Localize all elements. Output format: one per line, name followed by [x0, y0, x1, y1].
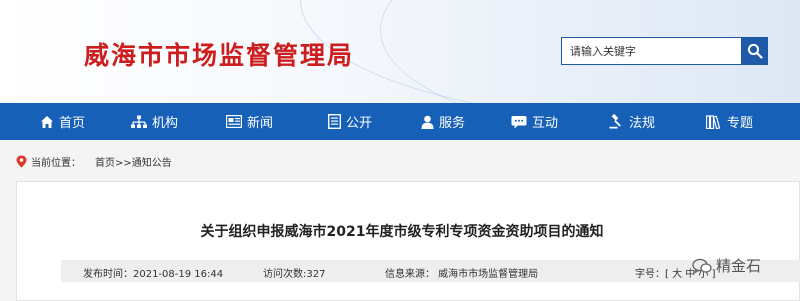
publish-time: 发布时间：2021-08-19 16:44	[83, 269, 224, 280]
nav-item-home[interactable]: 首页	[40, 103, 85, 140]
nav-item-interact[interactable]: 互动	[511, 103, 558, 140]
info-source: 信息来源： 威海市市场监督管理局	[385, 269, 539, 280]
breadcrumb-prefix: 当前位置：	[31, 157, 81, 169]
books-icon	[706, 114, 721, 129]
org-chart-icon	[131, 115, 147, 128]
nav-item-label: 公开	[346, 116, 373, 131]
nav-item-org[interactable]: 机构	[131, 103, 178, 140]
main-nav: 首页 机构 新闻 公开 服务 互动 法规 专题	[0, 103, 800, 140]
visit-count: 访问次数:327	[263, 269, 326, 280]
site-header: 威海市市场监督管理局	[0, 0, 800, 103]
breadcrumb-path[interactable]: 首页>>通知公告	[95, 154, 172, 169]
search-icon	[747, 43, 763, 59]
nav-item-service[interactable]: 服务	[421, 103, 465, 140]
nav-item-label: 机构	[152, 116, 179, 131]
user-icon	[421, 115, 434, 129]
news-icon	[226, 115, 242, 128]
nav-item-law[interactable]: 法规	[609, 103, 655, 140]
nav-item-label: 互动	[532, 116, 559, 131]
chat-icon	[511, 115, 527, 128]
wechat-icon	[692, 258, 712, 274]
article-title: 关于组织申报威海市2021年度市级专利专项资金资助项目的通知	[200, 224, 604, 240]
nav-item-public[interactable]: 公开	[328, 103, 372, 140]
gavel-icon	[609, 114, 621, 129]
nav-item-label: 新闻	[247, 116, 274, 131]
nav-item-label: 服务	[439, 116, 466, 131]
article-card: 关于组织申报威海市2021年度市级专利专项资金资助项目的通知 发布时间：2021…	[16, 181, 800, 301]
search-button[interactable]	[741, 37, 768, 65]
home-icon	[41, 115, 53, 128]
article-meta-bar: 发布时间：2021-08-19 16:44 访问次数:327 信息来源： 威海市…	[61, 260, 800, 282]
breadcrumb: 当前位置： 首页>>通知公告	[16, 152, 172, 170]
nav-item-label: 首页	[59, 116, 86, 131]
nav-item-news[interactable]: 新闻	[226, 103, 273, 140]
nav-item-label: 专题	[727, 116, 754, 131]
search-input[interactable]	[561, 37, 741, 65]
nav-item-topic[interactable]: 专题	[706, 103, 753, 140]
watermark-text: 精金石	[716, 257, 762, 275]
site-title[interactable]: 威海市市场监督管理局	[84, 36, 354, 72]
location-pin-icon	[16, 155, 27, 167]
nav-item-label: 法规	[629, 116, 656, 131]
document-icon	[328, 114, 341, 129]
watermark: 精金石	[692, 255, 761, 276]
